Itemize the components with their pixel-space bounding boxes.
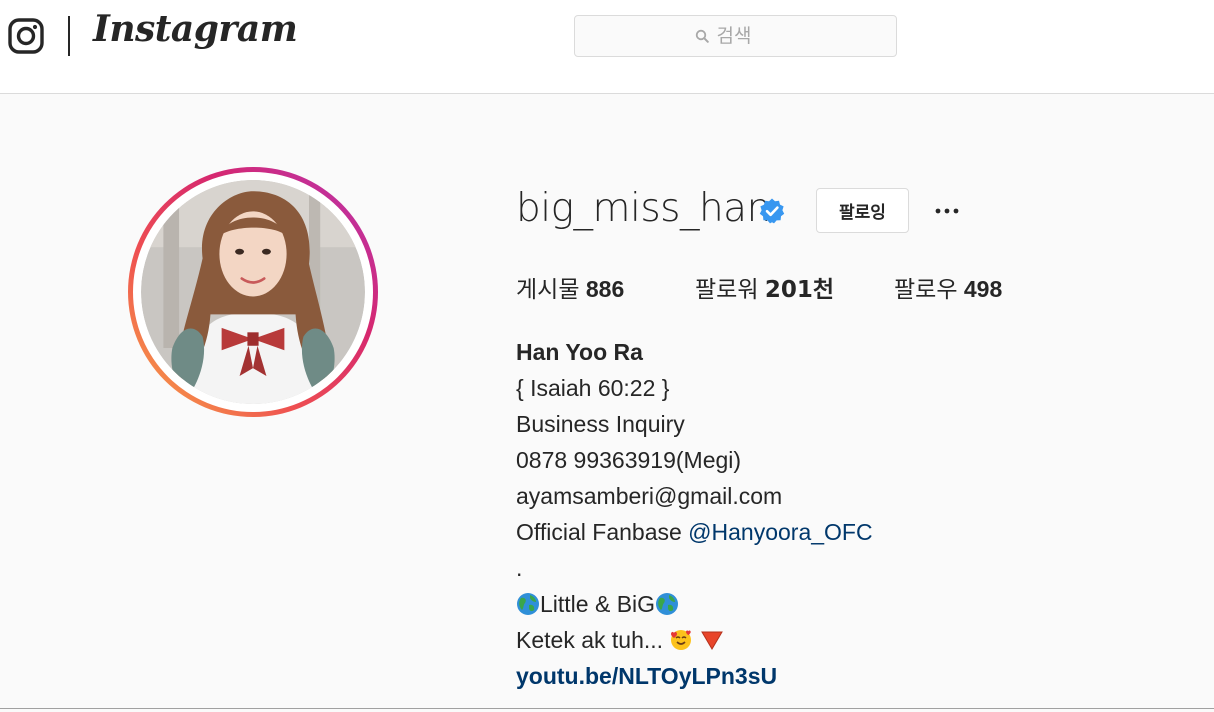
bio-line: Business Inquiry xyxy=(516,411,685,437)
profile-avatar-story-ring[interactable] xyxy=(128,167,378,417)
stat-following[interactable]: 팔로우 498 xyxy=(894,270,1002,304)
verified-badge-icon xyxy=(759,198,785,224)
instagram-wordmark-logo[interactable]: Instagram xyxy=(93,8,298,50)
fanbase-prefix: Official Fanbase xyxy=(516,519,682,545)
following-count: 498 xyxy=(963,276,1003,302)
following-button[interactable]: 팔로잉 xyxy=(816,188,909,233)
bio-line: . xyxy=(516,555,523,581)
red-triangle-down-icon xyxy=(700,631,723,650)
followers-count: 201천 xyxy=(764,277,835,303)
bio-ketek-line: Ketek ak tuh... xyxy=(516,622,1116,658)
globe-icon xyxy=(517,593,539,615)
bio-little-big-line: Little & BiG xyxy=(516,586,1116,622)
posts-label: 게시물 xyxy=(516,277,580,303)
search-box[interactable] xyxy=(574,15,897,57)
bio-external-link[interactable]: youtu.be/NLTOyLPn3sU xyxy=(516,663,777,689)
bio-line: { Isaiah 60:22 } xyxy=(516,375,670,401)
bio-full-name: Han Yoo Ra xyxy=(516,339,643,365)
profile-photo[interactable] xyxy=(141,180,365,404)
window-bottom-edge xyxy=(0,708,1214,709)
smiling-face-with-hearts-icon xyxy=(671,630,692,650)
following-label: 팔로우 xyxy=(894,277,958,303)
search-input[interactable] xyxy=(716,25,777,47)
top-navigation-bar: Instagram xyxy=(0,0,1214,94)
bio-line: 0878 99363919(Megi) xyxy=(516,447,742,473)
profile-username: big_miss_han xyxy=(516,186,771,231)
stat-posts: 게시물 886 xyxy=(516,270,624,304)
followers-label: 팔로워 xyxy=(695,277,759,303)
ellipsis-icon xyxy=(935,208,959,214)
bio-line: ayamsamberi@gmail.com xyxy=(516,483,783,509)
posts-count: 886 xyxy=(585,276,625,302)
ketek-text: Ketek ak tuh... xyxy=(516,627,664,653)
stat-followers[interactable]: 팔로워 201천 xyxy=(695,270,834,304)
more-options-icon[interactable] xyxy=(930,196,964,226)
bio-fanbase-line: Official Fanbase @Hanyoora_OFC xyxy=(516,514,1116,550)
little-big-text: Little & BiG xyxy=(540,591,656,617)
globe-icon xyxy=(656,593,679,615)
logo-divider xyxy=(68,16,70,56)
search-icon xyxy=(695,29,709,43)
instagram-glyph-icon[interactable] xyxy=(8,18,44,54)
profile-bio: Han Yoo Ra { Isaiah 60:22 } Business Inq… xyxy=(516,334,1116,694)
fanbase-mention-link[interactable]: @Hanyoora_OFC xyxy=(688,519,872,545)
